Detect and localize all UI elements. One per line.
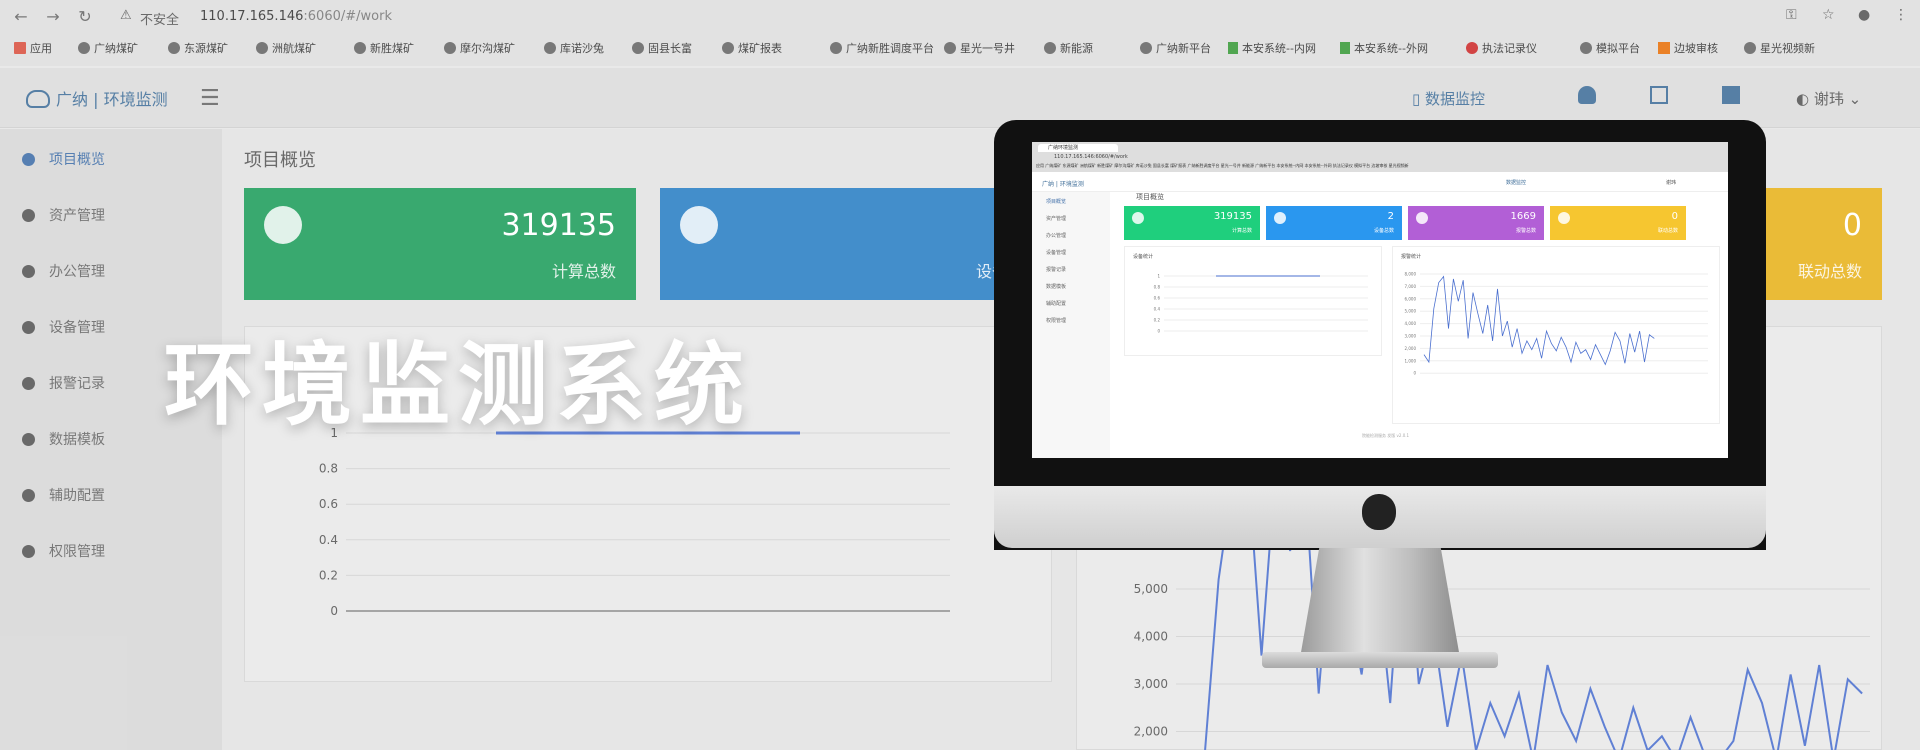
series-line xyxy=(1423,275,1655,366)
tick-label: 0.6 xyxy=(1154,296,1161,301)
tick-label: 1 xyxy=(1157,274,1160,279)
tick-label: 0.8 xyxy=(1154,285,1161,290)
tick-label: 0 xyxy=(1157,329,1160,334)
tick-label: 4,000 xyxy=(1405,321,1417,326)
monitor-stand xyxy=(1300,548,1460,658)
tick-label: 8,000 xyxy=(1405,272,1417,277)
tick-label: 6,000 xyxy=(1405,296,1417,301)
tick-label: 0 xyxy=(1413,371,1416,376)
monitor-stand-base xyxy=(1262,652,1498,668)
tick-label: 2,000 xyxy=(1405,346,1417,351)
apple-logo-icon xyxy=(1362,494,1396,530)
hero-title: 环境监测系统 xyxy=(164,333,752,438)
tick-label: 0.4 xyxy=(1154,307,1161,312)
tick-label: 5,000 xyxy=(1405,309,1417,314)
monitor-screen: 广纳环境监测 110.17.165.146:6060/#/work 应用 广纳煤… xyxy=(1032,142,1728,458)
tick-label: 1,000 xyxy=(1405,358,1417,363)
tick-label: 7,000 xyxy=(1405,284,1417,289)
screen-footer: 院能检测服务 发版 v2.0.1 xyxy=(1362,433,1410,438)
tick-label: 0.2 xyxy=(1154,318,1161,323)
screen-charts: 1 0.8 0.6 0.4 0.2 0 8,000 7,000 6,000 5,000 4,000 3… xyxy=(1154,272,1708,376)
scene: ← → ↻ ⚠ 不安全 110.17.165.146:6060/#/work ⚿… xyxy=(0,0,1920,750)
tick-label: 3,000 xyxy=(1405,334,1417,339)
